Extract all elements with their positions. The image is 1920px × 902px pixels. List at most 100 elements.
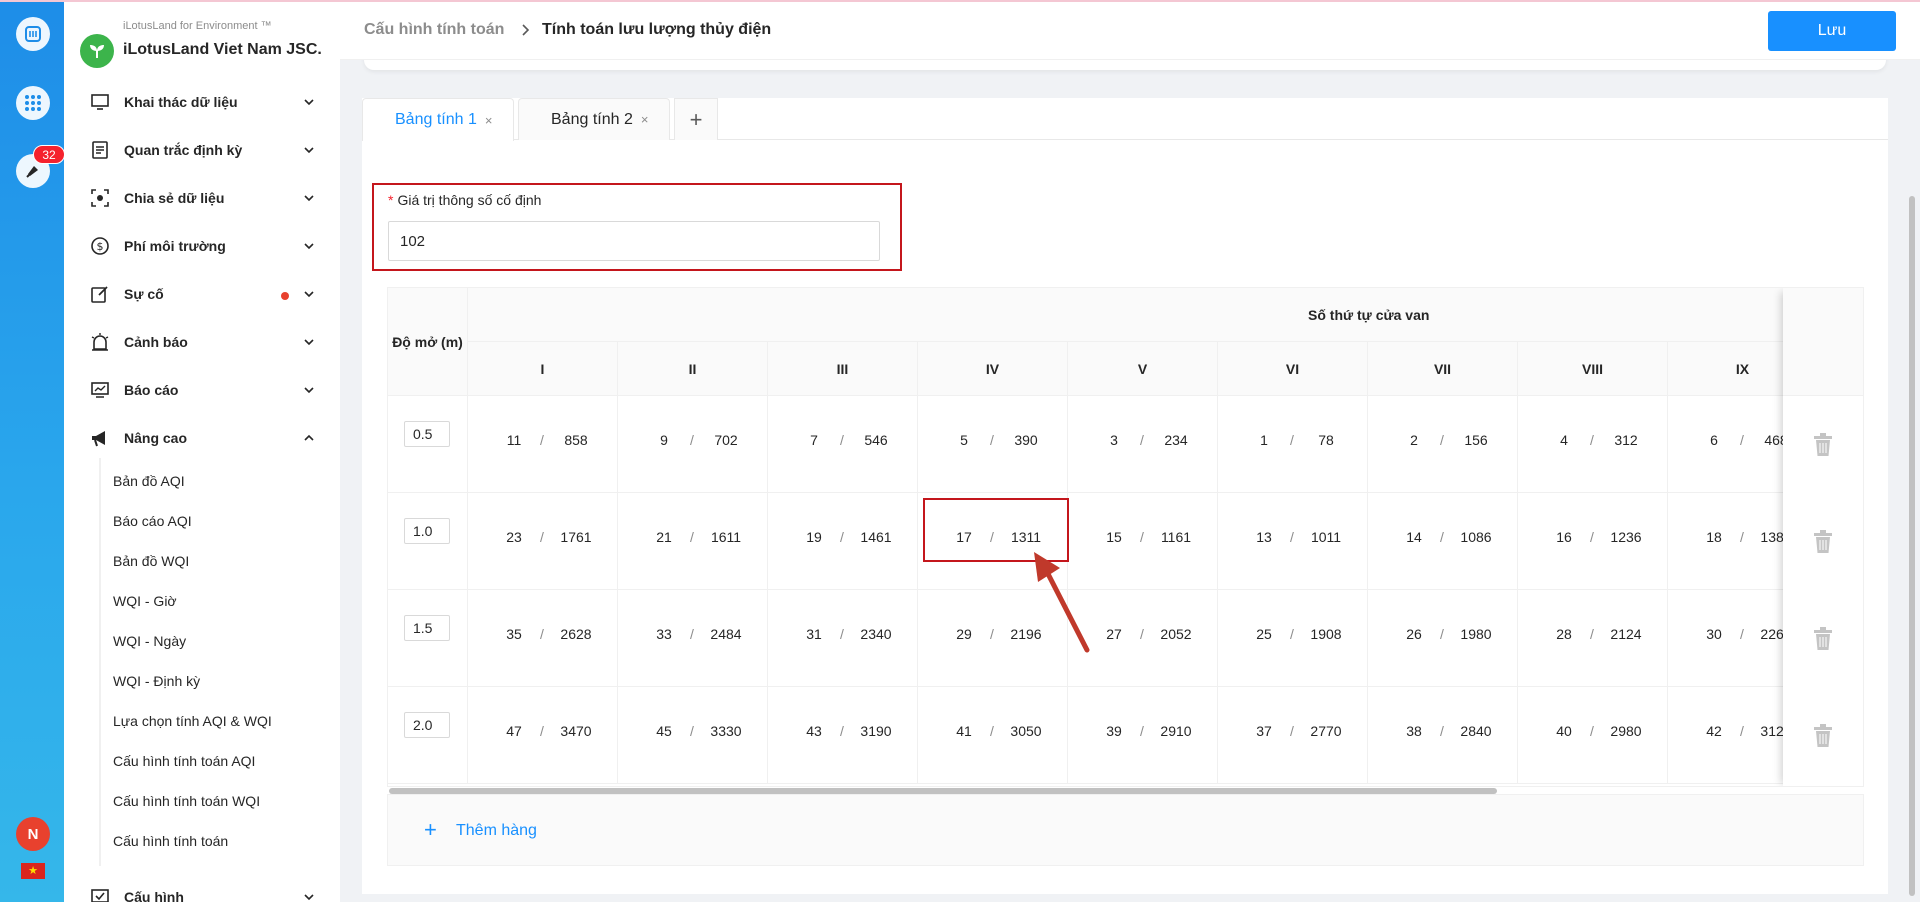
cell-separator: / [540,626,544,642]
sidebar-item-chia-se-du-lieu[interactable]: Chia sẻ dữ liệu [64,178,340,218]
table-cell[interactable]: 41 / 3050 [918,687,1068,784]
required-mark: * [388,192,394,208]
submenu-item[interactable]: Cấu hình tính toán WQI [113,793,260,809]
table-cell[interactable]: 16 / 1236 [1518,493,1668,590]
table-cell[interactable]: 40 / 2980 [1518,687,1668,784]
language-flag-vn-icon[interactable]: ★ [21,863,45,879]
opening-input[interactable] [404,615,450,641]
save-button[interactable]: Lưu [1768,11,1896,51]
table-cell[interactable]: 26 / 1980 [1368,590,1518,687]
table-cell[interactable]: 31 / 2340 [768,590,918,687]
submenu-item[interactable]: Bản đồ AQI [113,473,185,489]
vertical-scrollbar[interactable] [1909,196,1915,896]
page-header: Cấu hình tính toán Tính toán lưu lượng t… [340,0,1920,60]
tab-bang-tinh-1[interactable]: Bảng tính 1 × [362,98,514,141]
table-cell[interactable]: 47 / 3470 [468,687,618,784]
cell-separator: / [990,723,994,739]
cell-separator: / [1140,626,1144,642]
opening-input[interactable] [404,421,450,447]
brand-logo-icon [80,34,114,68]
table-cell[interactable]: 7 / 546 [768,396,918,493]
sidebar-item-nang-cao[interactable]: Nâng cao [64,418,340,458]
sidebar-item-khai-thac-du-lieu[interactable]: Khai thác dữ liệu [64,82,340,122]
apps-grid-icon[interactable] [16,86,50,120]
submenu-item[interactable]: Bản đồ WQI [113,553,189,569]
table-cell[interactable]: 38 / 2840 [1368,687,1518,784]
cell-separator: / [690,529,694,545]
cell-separator: / [1140,529,1144,545]
tab-bang-tinh-2[interactable]: Bảng tính 2 × [518,98,670,140]
close-icon[interactable]: × [485,113,493,128]
submenu-item[interactable]: Báo cáo AQI [113,513,192,529]
table-cell[interactable]: 23 / 1761 [468,493,618,590]
cell-flow-value: 2840 [1460,723,1492,739]
row-opening-cell [388,493,468,590]
cell-flow-value: 3050 [1010,723,1042,739]
icon-rail: 32 N ★ [0,0,65,902]
submenu-item[interactable]: WQI - Định kỳ [113,673,200,689]
table-cell[interactable]: 2 / 156 [1368,396,1518,493]
table-cell[interactable]: 13 / 1011 [1218,493,1368,590]
cell-flow-value: 390 [1014,432,1038,448]
column-header: IV [918,342,1068,396]
table-cell[interactable]: 21 / 1611 [618,493,768,590]
table-cell[interactable]: 15 / 1161 [1068,493,1218,590]
table-cell[interactable]: 5 / 390 [918,396,1068,493]
fixed-param-input[interactable] [388,221,880,261]
table-cell[interactable]: 45 / 3330 [618,687,768,784]
monitor-icon [91,94,109,110]
tab-bar: Bảng tính 1 × Bảng tính 2 × + [362,98,1888,141]
table-cell[interactable]: 9 / 702 [618,396,768,493]
cell-order-value: 16 [1556,529,1572,545]
table-cell[interactable]: 14 / 1086 [1368,493,1518,590]
table-cell[interactable]: 43 / 3190 [768,687,918,784]
opening-input[interactable] [404,518,450,544]
sidebar-item-phi-moi-truong[interactable]: $ Phí môi trường [64,226,340,266]
table-cell[interactable]: 28 / 2124 [1518,590,1668,687]
sidebar-item-quan-trac-dinh-ky[interactable]: Quan trắc định kỳ [64,130,340,170]
submenu-item[interactable]: WQI - Ngày [113,633,186,649]
table-cell[interactable]: 27 / 2052 [1068,590,1218,687]
breadcrumb-current: Tính toán lưu lượng thủy điện [542,21,772,38]
add-tab-button[interactable]: + [674,98,718,140]
table-cell[interactable]: 37 / 2770 [1218,687,1368,784]
delete-row-trash-icon[interactable] [1811,723,1835,749]
cell-flow-value: 2484 [710,626,742,642]
delete-row-trash-icon[interactable] [1811,626,1835,652]
cell-order-value: 2 [1410,432,1418,448]
alarm-icon [91,333,109,351]
scan-share-icon [91,189,109,207]
sidebar-item-canh-bao[interactable]: Cảnh báo [64,322,340,362]
cell-separator: / [1290,529,1294,545]
cell-flow-value: 702 [714,432,738,448]
table-cell[interactable]: 25 / 1908 [1218,590,1368,687]
submenu-item[interactable]: Cấu hình tính toán [113,833,228,849]
sidebar-item-bao-cao[interactable]: Báo cáo [64,370,340,410]
table-cell[interactable]: 1 / 78 [1218,396,1368,493]
close-icon[interactable]: × [641,112,649,127]
delete-row-trash-icon[interactable] [1811,432,1835,458]
table-cell[interactable]: 19 / 1461 [768,493,918,590]
cell-flow-value: 3470 [560,723,592,739]
user-avatar[interactable]: N [16,817,50,851]
table-cell[interactable]: 35 / 2628 [468,590,618,687]
table-cell[interactable]: 11 / 858 [468,396,618,493]
add-row-button[interactable]: + Thêm hàng [387,794,1864,866]
opening-input[interactable] [404,712,450,738]
table-cell[interactable]: 3 / 234 [1068,396,1218,493]
svg-text:$: $ [97,240,104,253]
table-cell[interactable]: 33 / 2484 [618,590,768,687]
submenu-item[interactable]: WQI - Giờ [113,593,177,609]
cell-flow-value: 3190 [860,723,892,739]
sidebar-item-su-co[interactable]: Sự cố [64,274,340,314]
table-cell[interactable]: 4 / 312 [1518,396,1668,493]
submenu-item[interactable]: Lựa chọn tính AQI & WQI [113,713,272,729]
table-cell[interactable]: 39 / 2910 [1068,687,1218,784]
group-header-gate-number: Số thứ tự cửa van [468,288,1818,342]
delete-row-trash-icon[interactable] [1811,529,1835,555]
sidebar-item-cau-hinh[interactable]: Cấu hình [64,877,340,902]
submenu-item[interactable]: Cấu hình tính toán AQI [113,753,255,769]
breadcrumb-parent[interactable]: Cấu hình tính toán [364,21,504,39]
home-icon[interactable] [16,17,50,51]
cell-order-value: 7 [810,432,818,448]
